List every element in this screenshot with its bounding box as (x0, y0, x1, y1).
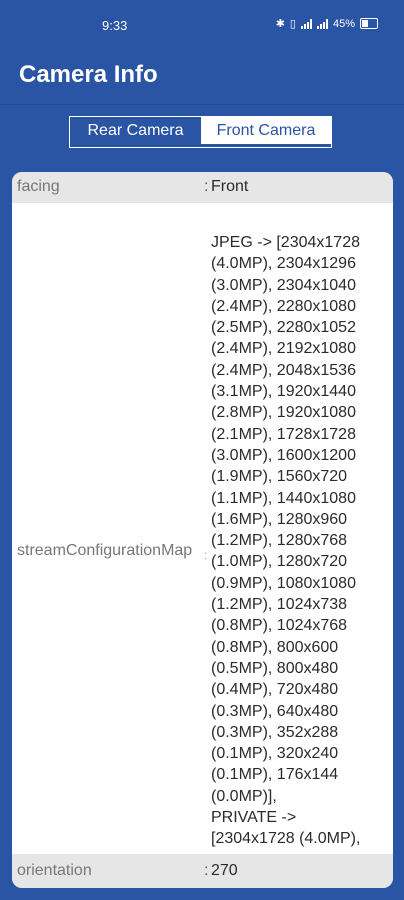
battery-icon (360, 18, 378, 29)
property-separator: : (204, 862, 209, 879)
signal-icon (300, 18, 312, 29)
property-value: Front (211, 178, 249, 195)
vibrate-icon: ▯ (289, 18, 296, 30)
property-value: JPEG -> [2304x1728 (4.0MP), 2304x1296 (3… (211, 234, 361, 848)
property-key: streamConfigurationMap (17, 542, 193, 559)
bluetooth-icon: ✱ (275, 18, 285, 30)
status-bar: 9:33 ✱ ▯ 45% (0, 0, 404, 52)
signal-icon (316, 18, 328, 29)
page-title: Camera Info (19, 61, 158, 88)
property-row-orientation: orientation : 270 (12, 854, 393, 888)
app-bar: Camera Info (0, 52, 404, 105)
property-key: facing (17, 178, 60, 195)
navigation-bar (0, 888, 404, 900)
property-value: 270 (211, 862, 238, 879)
property-key: orientation (17, 862, 92, 879)
status-icons: ✱ ▯ 45% (276, 17, 378, 30)
property-row-stream-configuration-map: streamConfigurationMap : JPEG -> [2304x1… (12, 203, 393, 854)
tab-front-camera[interactable]: Front Camera (201, 117, 331, 144)
property-separator: : (204, 548, 208, 562)
battery-percent: 45% (332, 17, 355, 30)
status-time: 9:33 (102, 18, 128, 33)
tab-rear-camera[interactable]: Rear Camera (70, 117, 201, 144)
camera-segmented-control: Rear Camera Front Camera (69, 116, 332, 148)
property-row-facing: facing : Front (12, 172, 393, 203)
camera-properties-card: facing : Front streamConfigurationMap : … (12, 172, 393, 888)
property-separator: : (204, 178, 209, 195)
